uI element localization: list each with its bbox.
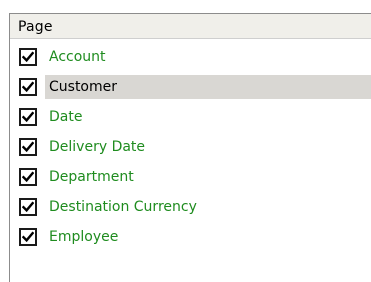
column-header[interactable]: Page	[10, 14, 371, 39]
list-item-label: Customer	[49, 79, 118, 95]
list-item-label-box: Date	[45, 105, 86, 129]
checkbox-checked-icon[interactable]	[19, 138, 37, 156]
list-item[interactable]: Department	[10, 162, 371, 192]
checkbox-checked-icon[interactable]	[19, 198, 37, 216]
checkbox-checked-icon[interactable]	[19, 78, 37, 96]
list-item-label-box: Account	[45, 45, 110, 69]
checkbox-checked-icon[interactable]	[19, 48, 37, 66]
list-item[interactable]: Destination Currency	[10, 192, 371, 222]
list-item-label-box: Delivery Date	[45, 135, 149, 159]
column-header-label: Page	[18, 19, 53, 35]
list-item[interactable]: Date	[10, 102, 371, 132]
list-item-label: Account	[49, 49, 106, 65]
list-item-label-box: Employee	[45, 225, 122, 249]
list-item-label: Department	[49, 169, 134, 185]
list-item[interactable]: Employee	[10, 222, 371, 252]
list-item-label-box: Department	[45, 165, 138, 189]
list-item[interactable]: Customer	[10, 72, 371, 102]
list-item-label: Delivery Date	[49, 139, 146, 155]
checkbox-checked-icon[interactable]	[19, 168, 37, 186]
list-item-label-box: Destination Currency	[45, 195, 201, 219]
checkbox-checked-icon[interactable]	[19, 108, 37, 126]
list-item-label: Employee	[49, 229, 119, 245]
page-list-panel: Page Account Customer Date Delivery Date	[9, 13, 371, 282]
list-item[interactable]: Account	[10, 42, 371, 72]
list-item-label: Destination Currency	[49, 199, 197, 215]
list-item-label: Date	[49, 109, 83, 125]
list-item-selection-highlight: Customer	[45, 75, 371, 99]
list-item[interactable]: Delivery Date	[10, 132, 371, 162]
checkbox-checked-icon[interactable]	[19, 228, 37, 246]
